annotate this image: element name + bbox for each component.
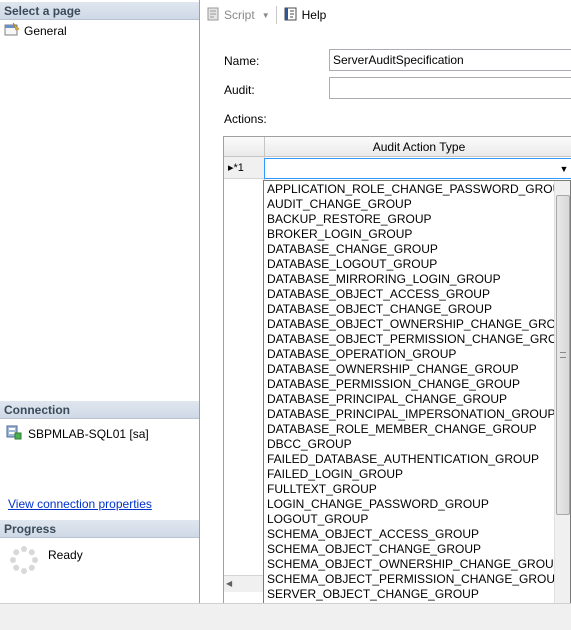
dropdown-option[interactable]: SCHEMA_OBJECT_ACCESS_GROUP <box>266 527 556 542</box>
dropdown-option[interactable]: DATABASE_OBJECT_ACCESS_GROUP <box>266 287 556 302</box>
dropdown-option[interactable]: LOGIN_CHANGE_PASSWORD_GROUP <box>266 497 556 512</box>
help-label: Help <box>301 8 327 22</box>
dropdown-option[interactable]: SERVER_OBJECT_CHANGE_GROUP <box>266 587 556 602</box>
dropdown-option[interactable]: DATABASE_OWNERSHIP_CHANGE_GROUP <box>266 362 556 377</box>
dropdown-option[interactable]: DATABASE_OPERATION_GROUP <box>266 347 556 362</box>
page-item-general[interactable]: General <box>4 22 67 39</box>
audit-action-type-combo[interactable]: ▼ <box>264 158 571 179</box>
scrollbar-thumb[interactable] <box>556 195 570 515</box>
dropdown-option[interactable]: DATABASE_PERMISSION_CHANGE_GROUP <box>266 377 556 392</box>
row-marker: ▸*1 <box>228 162 244 174</box>
audit-label: Audit: <box>224 83 255 97</box>
vertical-scrollbar[interactable] <box>554 181 570 629</box>
toolbar: Script ▼ Help <box>201 0 571 30</box>
dropdown-option[interactable]: SCHEMA_OBJECT_CHANGE_GROUP <box>266 542 556 557</box>
help-icon <box>283 6 299 25</box>
dropdown-option[interactable]: DATABASE_OBJECT_OWNERSHIP_CHANGE_GROUP <box>266 317 570 332</box>
dropdown-option[interactable]: DATABASE_CHANGE_GROUP <box>266 242 556 257</box>
chevron-down-icon[interactable]: ▼ <box>262 11 270 20</box>
help-button[interactable]: Help <box>283 6 327 25</box>
connection-header: Connection <box>0 401 199 419</box>
audit-field[interactable] <box>329 77 571 99</box>
dropdown-option[interactable]: FAILED_LOGIN_GROUP <box>266 467 556 482</box>
dropdown-option[interactable]: AUDIT_CHANGE_GROUP <box>266 197 556 212</box>
page-properties-icon <box>4 22 20 39</box>
script-label: Script <box>224 8 255 22</box>
dialog-footer <box>0 603 571 630</box>
dropdown-option[interactable]: DATABASE_OBJECT_CHANGE_GROUP <box>266 302 556 317</box>
progress-status: Ready <box>48 548 83 562</box>
dropdown-option[interactable]: FULLTEXT_GROUP <box>266 482 556 497</box>
view-connection-properties-link[interactable]: View connection properties <box>8 497 152 511</box>
dropdown-option[interactable]: DATABASE_OBJECT_PERMISSION_CHANGE_GROUP <box>266 332 570 347</box>
row-header[interactable]: ▸*1 <box>224 157 264 179</box>
toolbar-separator <box>275 6 277 24</box>
dropdown-option[interactable]: SCHEMA_OBJECT_OWNERSHIP_CHANGE_GROUP <box>266 557 562 572</box>
dropdown-list: APPLICATION_ROLE_CHANGE_PASSWORD_GROUP AU… <box>266 182 570 629</box>
audit-action-dropdown[interactable]: APPLICATION_ROLE_CHANGE_PASSWORD_GROUP AU… <box>263 180 571 630</box>
script-icon <box>205 6 221 25</box>
dropdown-option[interactable]: BROKER_LOGIN_GROUP <box>266 227 556 242</box>
name-field[interactable]: ServerAuditSpecification <box>329 49 571 71</box>
dropdown-option[interactable]: DATABASE_PRINCIPAL_CHANGE_GROUP <box>266 392 556 407</box>
scrollbar-grip <box>560 352 566 358</box>
dropdown-option[interactable]: LOGOUT_GROUP <box>266 512 556 527</box>
dropdown-option[interactable]: DATABASE_PRINCIPAL_IMPERSONATION_GROUP <box>266 407 556 422</box>
dropdown-option[interactable]: SCHEMA_OBJECT_PERMISSION_CHANGE_GROUP <box>266 572 563 587</box>
dropdown-option[interactable]: APPLICATION_ROLE_CHANGE_PASSWORD_GROUP <box>266 182 569 197</box>
script-button[interactable]: Script ▼ <box>205 6 270 25</box>
chevron-down-icon[interactable]: ▼ <box>556 159 571 178</box>
grid-corner <box>224 137 264 157</box>
page-selector-pane: Select a page General Connection SBPMLAB… <box>0 0 200 603</box>
scroll-left-icon[interactable]: ◀ <box>226 579 232 588</box>
audit-action-type-column-header[interactable]: Audit Action Type <box>264 137 571 157</box>
dropdown-option[interactable]: DATABASE_ROLE_MEMBER_CHANGE_GROUP <box>266 422 556 437</box>
dropdown-option[interactable]: BACKUP_RESTORE_GROUP <box>266 212 556 227</box>
connection-server: SBPMLAB-SQL01 [sa] <box>6 424 149 443</box>
progress-spinner-icon <box>9 545 39 575</box>
dropdown-option[interactable]: DATABASE_LOGOUT_GROUP <box>266 257 556 272</box>
dropdown-option[interactable]: DBCC_GROUP <box>266 437 556 452</box>
select-page-header: Select a page <box>0 2 199 20</box>
progress-header: Progress <box>0 520 199 538</box>
actions-label: Actions: <box>224 112 267 126</box>
dropdown-option[interactable]: FAILED_DATABASE_AUTHENTICATION_GROUP <box>266 452 556 467</box>
connection-server-label: SBPMLAB-SQL01 [sa] <box>28 426 149 441</box>
server-icon <box>6 424 22 443</box>
name-label: Name: <box>224 54 260 68</box>
dropdown-option[interactable]: DATABASE_MIRRORING_LOGIN_GROUP <box>266 272 556 287</box>
page-item-label: General <box>24 23 67 38</box>
